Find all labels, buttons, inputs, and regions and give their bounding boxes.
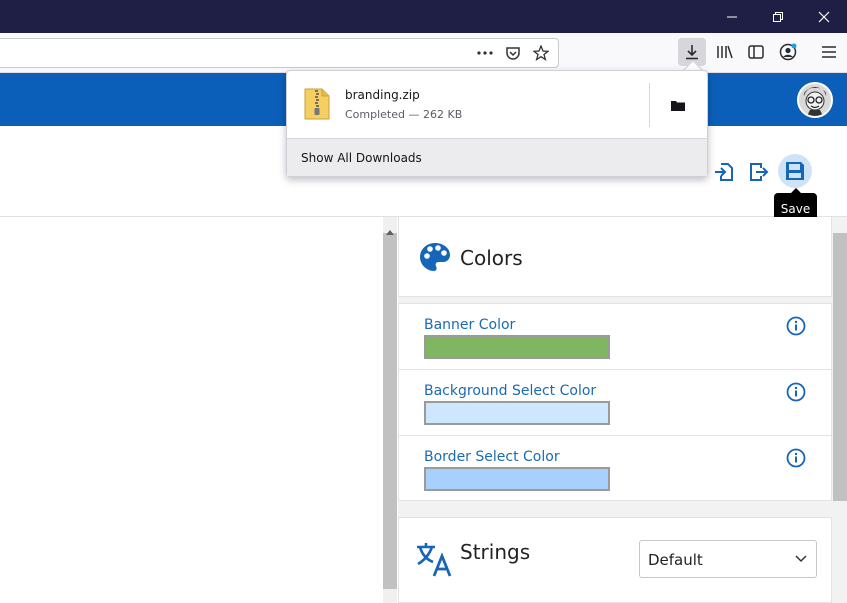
- color-fields-card: Banner Color Background Select Color Bor…: [398, 303, 832, 501]
- background-select-color-label: Background Select Color: [424, 383, 597, 399]
- download-status: Completed — 262 KB: [345, 108, 463, 121]
- pocket-button[interactable]: [499, 39, 527, 67]
- open-containing-folder-button[interactable]: [665, 95, 691, 115]
- border-select-color-swatch[interactable]: [424, 467, 610, 491]
- preview-scroll-up-arrow[interactable]: [385, 221, 395, 240]
- strings-card: Strings Default: [398, 517, 832, 603]
- window-titlebar: [0, 0, 847, 33]
- banner-color-swatch[interactable]: [424, 335, 610, 359]
- preview-pane: [0, 217, 383, 603]
- palette-icon: [420, 243, 450, 271]
- strings-language-select[interactable]: Default: [639, 540, 817, 578]
- export-icon: [750, 163, 769, 181]
- background-select-color-swatch[interactable]: [424, 401, 610, 425]
- banner-color-row: Banner Color: [399, 304, 831, 370]
- floppy-disk-icon: [786, 162, 804, 180]
- pocket-icon: [506, 47, 520, 60]
- chevron-down-icon: [795, 555, 807, 563]
- info-icon[interactable]: [786, 382, 806, 402]
- browser-toolbar: [0, 33, 847, 73]
- address-bar[interactable]: [0, 38, 559, 68]
- sidebar-icon: [748, 45, 764, 59]
- info-icon[interactable]: [786, 316, 806, 336]
- hamburger-icon: [822, 46, 836, 58]
- user-avatar[interactable]: [797, 82, 833, 118]
- download-file-name: branding.zip: [345, 88, 420, 102]
- restore-button[interactable]: [755, 0, 801, 33]
- show-all-downloads-button[interactable]: Show All Downloads: [287, 138, 707, 176]
- bookmark-star-button[interactable]: [527, 39, 555, 67]
- border-select-color-label: Border Select Color: [424, 449, 560, 465]
- close-window-button[interactable]: [801, 0, 847, 33]
- info-icon[interactable]: [786, 448, 806, 468]
- export-button[interactable]: [744, 158, 772, 186]
- preview-scrollbar-thumb[interactable]: [383, 233, 397, 589]
- account-button[interactable]: [774, 38, 802, 66]
- zip-file-icon: [304, 88, 330, 120]
- library-button[interactable]: [711, 38, 739, 66]
- page-actions-button[interactable]: [471, 39, 499, 67]
- download-item[interactable]: branding.zip Completed — 262 KB: [287, 71, 649, 138]
- library-icon: [717, 45, 733, 59]
- avatar-icon: [799, 84, 831, 116]
- strings-select-value: Default: [648, 551, 703, 569]
- show-all-downloads-label: Show All Downloads: [301, 150, 422, 165]
- download-divider: [649, 83, 650, 127]
- caret-up-icon: [386, 230, 394, 235]
- import-button[interactable]: [710, 158, 738, 186]
- minimize-button[interactable]: [709, 0, 755, 33]
- background-select-color-row: Background Select Color: [399, 370, 831, 436]
- settings-pane: Colors Banner Color Background Select Co…: [398, 217, 847, 603]
- save-button[interactable]: [778, 154, 812, 188]
- border-select-color-row: Border Select Color: [399, 436, 831, 500]
- downloads-panel: branding.zip Completed — 262 KB Show All…: [286, 70, 708, 177]
- banner-color-label: Banner Color: [424, 317, 516, 333]
- folder-icon: [671, 100, 685, 111]
- import-icon: [715, 163, 733, 181]
- strings-section-title: Strings: [460, 540, 531, 564]
- account-icon: [779, 43, 797, 61]
- restore-icon: [773, 11, 783, 22]
- sidebar-button[interactable]: [742, 38, 770, 66]
- minimize-icon: [727, 16, 737, 17]
- app-menu-button[interactable]: [815, 38, 843, 66]
- settings-scrollbar-thumb[interactable]: [833, 233, 847, 501]
- translate-icon: [417, 543, 452, 577]
- more-dots-icon: [477, 51, 493, 55]
- colors-header-card: Colors: [398, 217, 832, 297]
- download-icon: [686, 45, 698, 60]
- close-icon: [818, 11, 830, 22]
- star-icon: [533, 45, 549, 61]
- colors-section-title: Colors: [460, 246, 523, 270]
